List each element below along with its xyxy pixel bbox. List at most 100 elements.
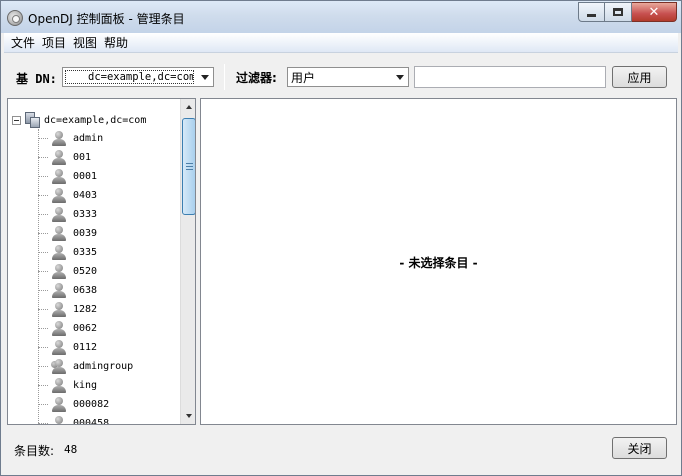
tree-item-label: 001: [73, 152, 92, 163]
tree-item-label: 000458: [73, 418, 110, 424]
tree-item[interactable]: admingroup: [8, 357, 133, 376]
close-window-button[interactable]: ✕: [632, 2, 677, 22]
chevron-down-icon[interactable]: [196, 68, 213, 86]
user-icon: [51, 283, 67, 298]
tree-item[interactable]: 0112: [8, 338, 133, 357]
filter-input[interactable]: [414, 66, 606, 88]
tree-item-label: 1282: [73, 304, 98, 315]
tree-item[interactable]: admin: [8, 129, 133, 148]
tree-item-label: 000082: [73, 399, 110, 410]
tree-connector: [38, 271, 48, 272]
tree-connector: [38, 233, 48, 234]
menu-view[interactable]: 视图: [70, 34, 101, 51]
tree-connector: [38, 385, 48, 386]
tree-item[interactable]: 0039: [8, 224, 133, 243]
entry-count-value: 48: [64, 443, 78, 456]
user-icon: [51, 188, 67, 203]
toolbar-separator: [224, 64, 225, 90]
collapse-icon[interactable]: [12, 115, 21, 125]
tree-item[interactable]: king: [8, 376, 133, 395]
tree-connector: [38, 347, 48, 348]
tree-connector: [38, 328, 48, 329]
toolbar: 基 DN: dc=example,dc=com 过滤器: 用户 应用: [4, 54, 678, 96]
scroll-up-icon[interactable]: [181, 99, 195, 115]
user-icon: [51, 245, 67, 260]
window-title: OpenDJ 控制面板 - 管理条目: [28, 12, 185, 26]
tree-item[interactable]: 0001: [8, 167, 133, 186]
tree-item-label: king: [73, 380, 98, 391]
group-icon: [51, 359, 67, 374]
tree-item[interactable]: 000458: [8, 414, 133, 424]
tree-item-label: 0112: [73, 342, 98, 353]
user-icon: [51, 207, 67, 222]
user-icon: [51, 340, 67, 355]
status-bar: 条目数: 48 关闭: [4, 431, 678, 467]
tree-item-label: 0638: [73, 285, 98, 296]
grip-icon: [186, 163, 193, 170]
close-button[interactable]: 关闭: [612, 437, 667, 459]
user-icon: [51, 397, 67, 412]
tree-item-label: admingroup: [73, 361, 134, 372]
window-controls: ✕: [578, 2, 677, 22]
tree-item[interactable]: 0335: [8, 243, 133, 262]
tree-item[interactable]: 0062: [8, 319, 133, 338]
tree-scrollbar[interactable]: [180, 99, 195, 424]
user-icon: [51, 169, 67, 184]
minimize-button[interactable]: [578, 2, 605, 22]
title-bar[interactable]: OpenDJ 控制面板 - 管理条目 ✕: [1, 1, 681, 33]
scroll-down-icon[interactable]: [181, 408, 195, 424]
tree-item[interactable]: 0333: [8, 205, 133, 224]
entry-tree[interactable]: dc=example,dc=com admin 001 0001 0403 0333 00…: [8, 99, 180, 424]
menu-file[interactable]: 文件: [8, 34, 39, 51]
filter-select[interactable]: 用户: [287, 67, 409, 87]
opendj-control-panel-window: OpenDJ 控制面板 - 管理条目 ✕ 文件 项目 视图 帮助 基 DN: d…: [0, 0, 682, 476]
menu-help[interactable]: 帮助: [101, 34, 132, 51]
user-icon: [51, 321, 67, 336]
tree-item-label: 0039: [73, 228, 98, 239]
tree-connector: [38, 290, 48, 291]
tree-item[interactable]: 0638: [8, 281, 133, 300]
menu-bar: 文件 项目 视图 帮助: [4, 33, 678, 53]
tree-item[interactable]: 0403: [8, 186, 133, 205]
directory-server-icon: [23, 112, 40, 128]
chevron-down-icon[interactable]: [391, 68, 408, 86]
apply-button[interactable]: 应用: [612, 66, 667, 88]
entry-tree-panel: dc=example,dc=com admin 001 0001 0403 0333 00…: [7, 98, 196, 425]
tree-connector: [38, 176, 48, 177]
tree-root-node[interactable]: dc=example,dc=com: [12, 111, 146, 129]
tree-item-label: 0520: [73, 266, 98, 277]
user-icon: [51, 302, 67, 317]
tree-item[interactable]: 0520: [8, 262, 133, 281]
tree-item-label: 0333: [73, 209, 98, 220]
tree-item-label: 0335: [73, 247, 98, 258]
maximize-button[interactable]: [605, 2, 632, 22]
base-dn-select[interactable]: dc=example,dc=com: [62, 67, 214, 87]
tree-item[interactable]: 000082: [8, 395, 133, 414]
tree-connector: [38, 309, 48, 310]
no-entry-selected-message: - 未选择条目 -: [399, 256, 478, 270]
user-icon: [51, 416, 67, 424]
tree-connector: [38, 423, 48, 424]
tree-item-label: 0062: [73, 323, 98, 334]
tree-connector: [38, 138, 48, 139]
scrollbar-thumb[interactable]: [182, 118, 195, 215]
app-icon: [7, 10, 23, 26]
tree-connector: [38, 157, 48, 158]
user-icon: [51, 378, 67, 393]
tree-connector: [38, 252, 48, 253]
tree-item-label: admin: [73, 133, 104, 144]
tree-item[interactable]: 001: [8, 148, 133, 167]
maximize-icon: [613, 8, 623, 16]
user-icon: [51, 131, 67, 146]
user-icon: [51, 226, 67, 241]
user-icon: [51, 150, 67, 165]
filter-value: 用户: [291, 70, 316, 85]
menu-entries[interactable]: 项目: [39, 34, 70, 51]
tree-connector: [38, 214, 48, 215]
tree-root-label: dc=example,dc=com: [44, 114, 147, 126]
tree-item[interactable]: 1282: [8, 300, 133, 319]
entry-count-label: 条目数:: [14, 444, 55, 458]
filter-label: 过滤器:: [236, 71, 277, 85]
close-icon: ✕: [648, 4, 660, 20]
entry-detail-panel: - 未选择条目 -: [200, 98, 677, 425]
